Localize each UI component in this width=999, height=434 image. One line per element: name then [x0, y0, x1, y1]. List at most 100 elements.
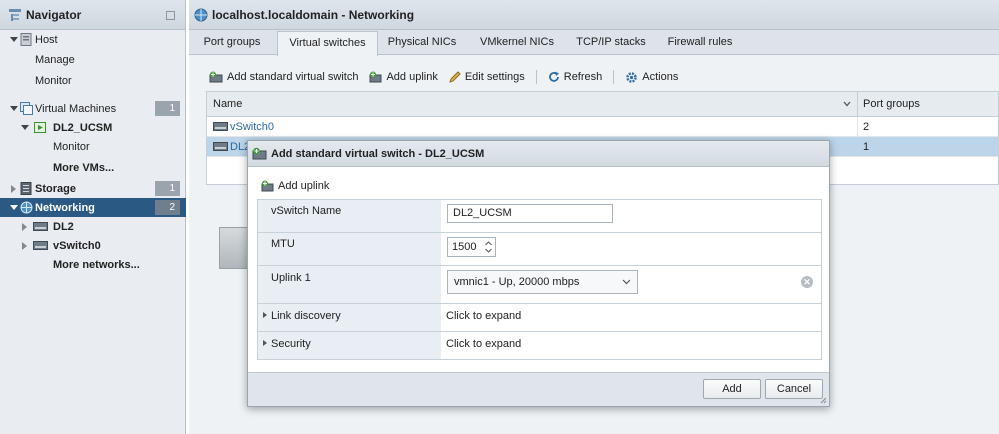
- switch-icon: [213, 122, 228, 131]
- switch-settings-form: vSwitch Name DL2_UCSM MTU 1500 Uplink 1 …: [257, 199, 822, 360]
- tab-physical-nics[interactable]: Physical NICs: [383, 31, 461, 55]
- switch-icon: [33, 222, 48, 231]
- nav-item-vm-monitor[interactable]: Monitor: [0, 137, 186, 156]
- resize-handle-icon[interactable]: [820, 397, 827, 404]
- link-discovery-text: Link discovery: [271, 310, 341, 322]
- security-text: Security: [271, 338, 311, 350]
- remove-uplink-icon[interactable]: ✕: [801, 276, 813, 288]
- virtual-machines-icon: [20, 102, 33, 115]
- add-standard-switch-label: Add standard virtual switch: [227, 71, 359, 83]
- nav-label: DL2: [53, 220, 74, 233]
- expand-right-icon[interactable]: [263, 312, 267, 318]
- dialog-add-uplink-button[interactable]: Add uplink: [261, 180, 329, 192]
- nav-item-networking[interactable]: Networking 2: [0, 198, 186, 217]
- actions-button[interactable]: Actions: [625, 71, 678, 84]
- navigator-header: Navigator: [0, 0, 185, 30]
- pencil-icon: [449, 71, 461, 83]
- vm-icon: [34, 122, 46, 133]
- nav-item-storage[interactable]: Storage 1: [0, 179, 186, 198]
- dialog-add-uplink-label: Add uplink: [278, 180, 330, 192]
- add-switch-icon: [252, 147, 267, 160]
- add-uplink-icon: [261, 180, 274, 192]
- nav-item-network-dl2[interactable]: DL2: [0, 217, 186, 236]
- nav-label: Networking: [35, 201, 95, 214]
- count-badge: 1: [155, 101, 180, 116]
- networking-icon: [20, 201, 33, 214]
- expand-right-icon[interactable]: [11, 185, 16, 193]
- vswitch-name-cell: DL2_UCSM: [441, 200, 821, 232]
- tab-port-groups[interactable]: Port groups: [195, 31, 269, 55]
- uplink-1-label: Uplink 1: [258, 266, 441, 303]
- port-groups-count: 2: [863, 121, 870, 133]
- expand-down-icon[interactable]: [10, 106, 18, 111]
- tab-bar: Port groups Virtual switches Physical NI…: [189, 30, 999, 56]
- sort-chevron-icon[interactable]: [843, 101, 851, 107]
- nav-item-vm-dl2-ucsm[interactable]: DL2_UCSM: [0, 118, 186, 137]
- nav-item-more-vms[interactable]: More VMs...: [0, 158, 186, 177]
- expand-down-icon[interactable]: [10, 205, 18, 210]
- refresh-button[interactable]: Refresh: [548, 71, 602, 83]
- form-row-link-discovery[interactable]: Link discovery Click to expand: [258, 304, 821, 332]
- dialog-title-bar[interactable]: Add standard virtual switch - DL2_UCSM: [248, 141, 829, 167]
- expand-right-icon[interactable]: [22, 223, 27, 231]
- link-discovery-label[interactable]: Link discovery: [258, 304, 441, 331]
- port-groups-count: 1: [863, 141, 870, 153]
- mtu-cell: 1500: [441, 233, 821, 265]
- switch-icon: [213, 142, 228, 151]
- nav-label: Manage: [35, 53, 75, 66]
- uplink-1-select[interactable]: vmnic1 - Up, 20000 mbps: [447, 270, 638, 294]
- stepper-arrows-icon[interactable]: [484, 240, 493, 254]
- nav-label: More VMs...: [53, 161, 115, 174]
- navigator-panel: Navigator Host Manage Monitor Virtual Ma…: [0, 0, 186, 434]
- security-label[interactable]: Security: [258, 332, 441, 359]
- form-row-security[interactable]: Security Click to expand: [258, 332, 821, 359]
- tab-tcpip-stacks[interactable]: TCP/IP stacks: [572, 31, 650, 55]
- host-icon: [20, 33, 32, 46]
- actions-label: Actions: [642, 71, 679, 83]
- nav-label: DL2_UCSM: [53, 121, 113, 134]
- nav-item-host[interactable]: Host: [0, 30, 186, 49]
- nav-label: Virtual Machines: [35, 102, 117, 115]
- nav-label: More networks...: [53, 258, 140, 271]
- edit-settings-label: Edit settings: [464, 71, 525, 83]
- column-header-port-groups[interactable]: Port groups: [863, 94, 920, 114]
- add-standard-switch-button[interactable]: Add standard virtual switch: [209, 71, 358, 83]
- cancel-button[interactable]: Cancel: [765, 379, 823, 399]
- switch-icon: [33, 241, 48, 250]
- link-discovery-expand[interactable]: Click to expand: [441, 304, 821, 331]
- expand-right-icon[interactable]: [22, 242, 27, 250]
- nav-label: vSwitch0: [53, 239, 101, 252]
- column-divider: [857, 117, 858, 136]
- vswitch-name-input[interactable]: DL2_UCSM: [447, 204, 613, 223]
- expand-right-icon[interactable]: [263, 340, 267, 346]
- switch-name-link[interactable]: vSwitch0: [230, 117, 274, 137]
- column-header-name[interactable]: Name: [213, 94, 242, 114]
- tab-virtual-switches[interactable]: Virtual switches: [277, 31, 378, 56]
- expand-down-icon[interactable]: [10, 37, 18, 42]
- uplink-1-selected-value: vmnic1 - Up, 20000 mbps: [454, 276, 580, 288]
- nav-item-more-networks[interactable]: More networks...: [0, 255, 186, 274]
- nav-item-host-monitor[interactable]: Monitor: [0, 71, 186, 90]
- security-expand[interactable]: Click to expand: [441, 332, 821, 359]
- column-divider: [857, 92, 858, 116]
- main-header: localhost.localdomain - Networking: [189, 0, 999, 30]
- add-button[interactable]: Add: [703, 379, 761, 399]
- add-switch-icon: [209, 71, 223, 83]
- navigator-collapse-button[interactable]: [166, 11, 175, 20]
- mtu-stepper[interactable]: 1500: [447, 237, 496, 257]
- table-row[interactable]: vSwitch0 2: [207, 117, 998, 137]
- tab-firewall-rules[interactable]: Firewall rules: [665, 31, 735, 55]
- storage-icon: [20, 182, 32, 195]
- edit-settings-button[interactable]: Edit settings: [449, 71, 525, 83]
- add-uplink-button[interactable]: Add uplink: [369, 71, 438, 83]
- switch-diagram-graphic: [219, 227, 249, 269]
- nav-item-virtual-machines[interactable]: Virtual Machines 1: [0, 99, 186, 118]
- tab-vmkernel-nics[interactable]: VMkernel NICs: [477, 31, 557, 55]
- uplink-1-cell: vmnic1 - Up, 20000 mbps ✕: [441, 266, 821, 303]
- expand-down-icon[interactable]: [21, 125, 29, 130]
- dialog-title: Add standard virtual switch - DL2_UCSM: [271, 147, 485, 160]
- toolbar: Add standard virtual switch Add uplink E…: [209, 66, 689, 88]
- nav-item-network-vswitch0[interactable]: vSwitch0: [0, 236, 186, 255]
- nav-item-manage[interactable]: Manage: [0, 50, 186, 69]
- dialog-footer: Add Cancel: [248, 372, 829, 406]
